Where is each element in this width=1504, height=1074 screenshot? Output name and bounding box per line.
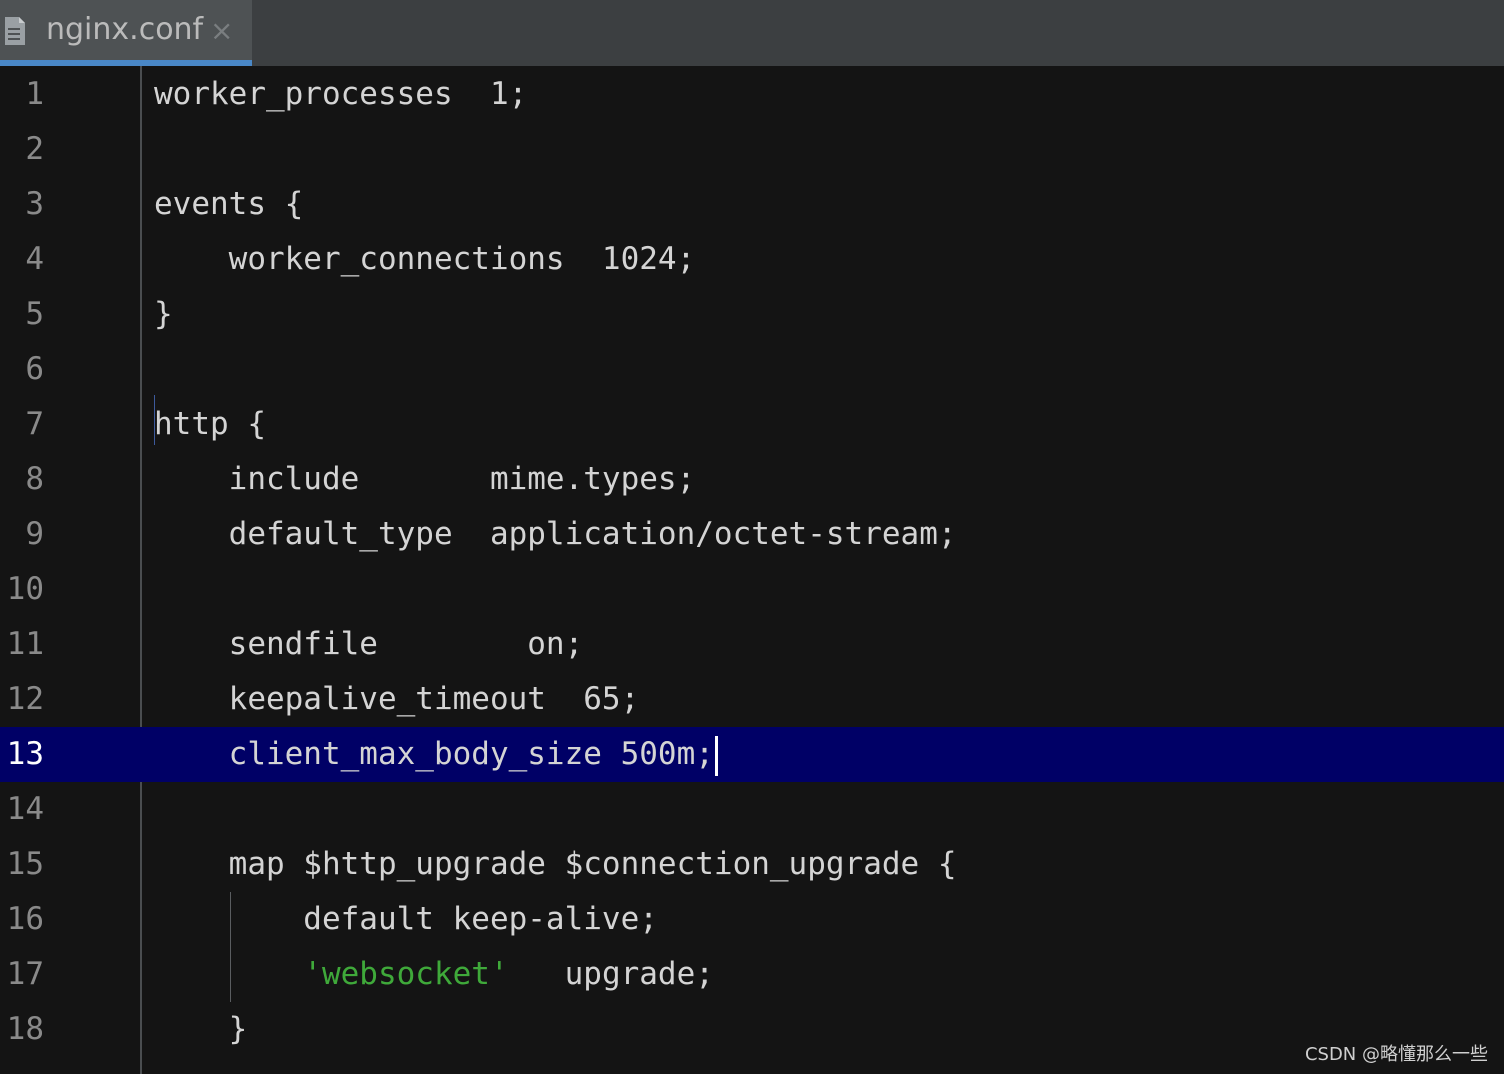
code-content: }	[154, 1011, 248, 1047]
indent-guide	[230, 892, 231, 1002]
watermark: CSDN @略懂那么一些	[1304, 1044, 1488, 1065]
code-text: events {	[154, 177, 303, 232]
tab-nginx-conf[interactable]: nginx.conf ×	[0, 0, 252, 66]
code-line[interactable]: 9 default_type application/octet-stream;	[0, 507, 1504, 562]
code-line[interactable]: 2	[0, 122, 1504, 177]
line-number: 14	[6, 791, 44, 827]
code-content: default_type application/octet-stream;	[154, 516, 957, 552]
code-content: sendfile on;	[154, 626, 584, 662]
code-line[interactable]: 18 }	[0, 1002, 1504, 1057]
code-text: }	[154, 1002, 248, 1057]
code-line[interactable]: 7 http {	[0, 397, 1504, 452]
code-content: worker_processes 1;	[154, 76, 528, 112]
code-line[interactable]: 4 worker_connections 1024;	[0, 232, 1504, 287]
code-content: }	[154, 296, 173, 332]
code-text: default_type application/octet-stream;	[154, 507, 957, 562]
code-text: 'websocket' upgrade;	[154, 947, 714, 1002]
code-text: http {	[154, 397, 266, 452]
tab-title: nginx.conf	[46, 12, 204, 47]
line-number: 4	[25, 241, 44, 277]
line-number: 17	[6, 956, 44, 992]
string-literal: 'websocket'	[303, 956, 509, 992]
code-content: map $http_upgrade $connection_upgrade {	[154, 846, 957, 882]
code-editor[interactable]: 1 worker_processes 1; 2 3 events { 4 worker_c…	[0, 66, 1504, 1074]
code-content: events {	[154, 186, 304, 222]
code-text: map $http_upgrade $connection_upgrade {	[154, 837, 957, 892]
line-number: 2	[25, 131, 44, 167]
code-content: http {	[154, 406, 266, 442]
line-number: 6	[25, 351, 44, 387]
code-content: client_max_body_size 500m;	[154, 736, 714, 772]
code-line[interactable]: 16 default keep-alive;	[0, 892, 1504, 947]
code-line[interactable]: 5}	[0, 287, 1504, 342]
code-content: include mime.types;	[154, 461, 696, 497]
line-number: 13	[6, 736, 44, 772]
line-number: 5	[25, 296, 44, 332]
line-number: 11	[6, 626, 44, 662]
line-number: 1	[25, 76, 44, 112]
code-line[interactable]: 15 map $http_upgrade $connection_upgrade…	[0, 837, 1504, 892]
line-number: 16	[6, 901, 44, 937]
block-marker	[154, 395, 155, 445]
code-text: client_max_body_size 500m;	[154, 727, 718, 782]
code-content: keepalive_timeout 65;	[154, 681, 640, 717]
code-line[interactable]: 3 events {	[0, 177, 1504, 232]
file-icon	[5, 17, 25, 45]
code-line[interactable]: 6	[0, 342, 1504, 397]
code-text: sendfile on;	[154, 617, 584, 672]
code-line[interactable]: 13 client_max_body_size 500m;	[0, 727, 1504, 782]
text-cursor	[714, 735, 718, 776]
code-text: include mime.types;	[154, 452, 696, 507]
code-line[interactable]: 8 include mime.types;	[0, 452, 1504, 507]
code-line[interactable]: 10	[0, 562, 1504, 617]
code-line[interactable]: 12 keepalive_timeout 65;	[0, 672, 1504, 727]
tab-bar: nginx.conf ×	[0, 0, 1504, 66]
line-number: 15	[6, 846, 44, 882]
line-number: 7	[25, 406, 44, 442]
line-number: 10	[6, 571, 44, 607]
code-rest: upgrade;	[508, 956, 714, 992]
code-content: worker_connections 1024;	[154, 241, 696, 277]
code-line[interactable]: 17 'websocket' upgrade;	[0, 947, 1504, 1002]
line-number: 9	[25, 516, 44, 552]
line-number: 12	[6, 681, 44, 717]
line-number: 18	[6, 1011, 44, 1047]
code-text: }	[154, 287, 173, 342]
line-number: 3	[25, 186, 44, 222]
code-line[interactable]: 14	[0, 782, 1504, 837]
code-line[interactable]: 11 sendfile on;	[0, 617, 1504, 672]
code-text: worker_connections 1024;	[154, 232, 696, 287]
code-text: keepalive_timeout 65;	[154, 672, 640, 727]
code-line[interactable]: 1 worker_processes 1;	[0, 67, 1504, 122]
line-number: 8	[25, 461, 44, 497]
close-icon[interactable]: ×	[210, 14, 233, 47]
code-text: worker_processes 1;	[154, 67, 527, 122]
